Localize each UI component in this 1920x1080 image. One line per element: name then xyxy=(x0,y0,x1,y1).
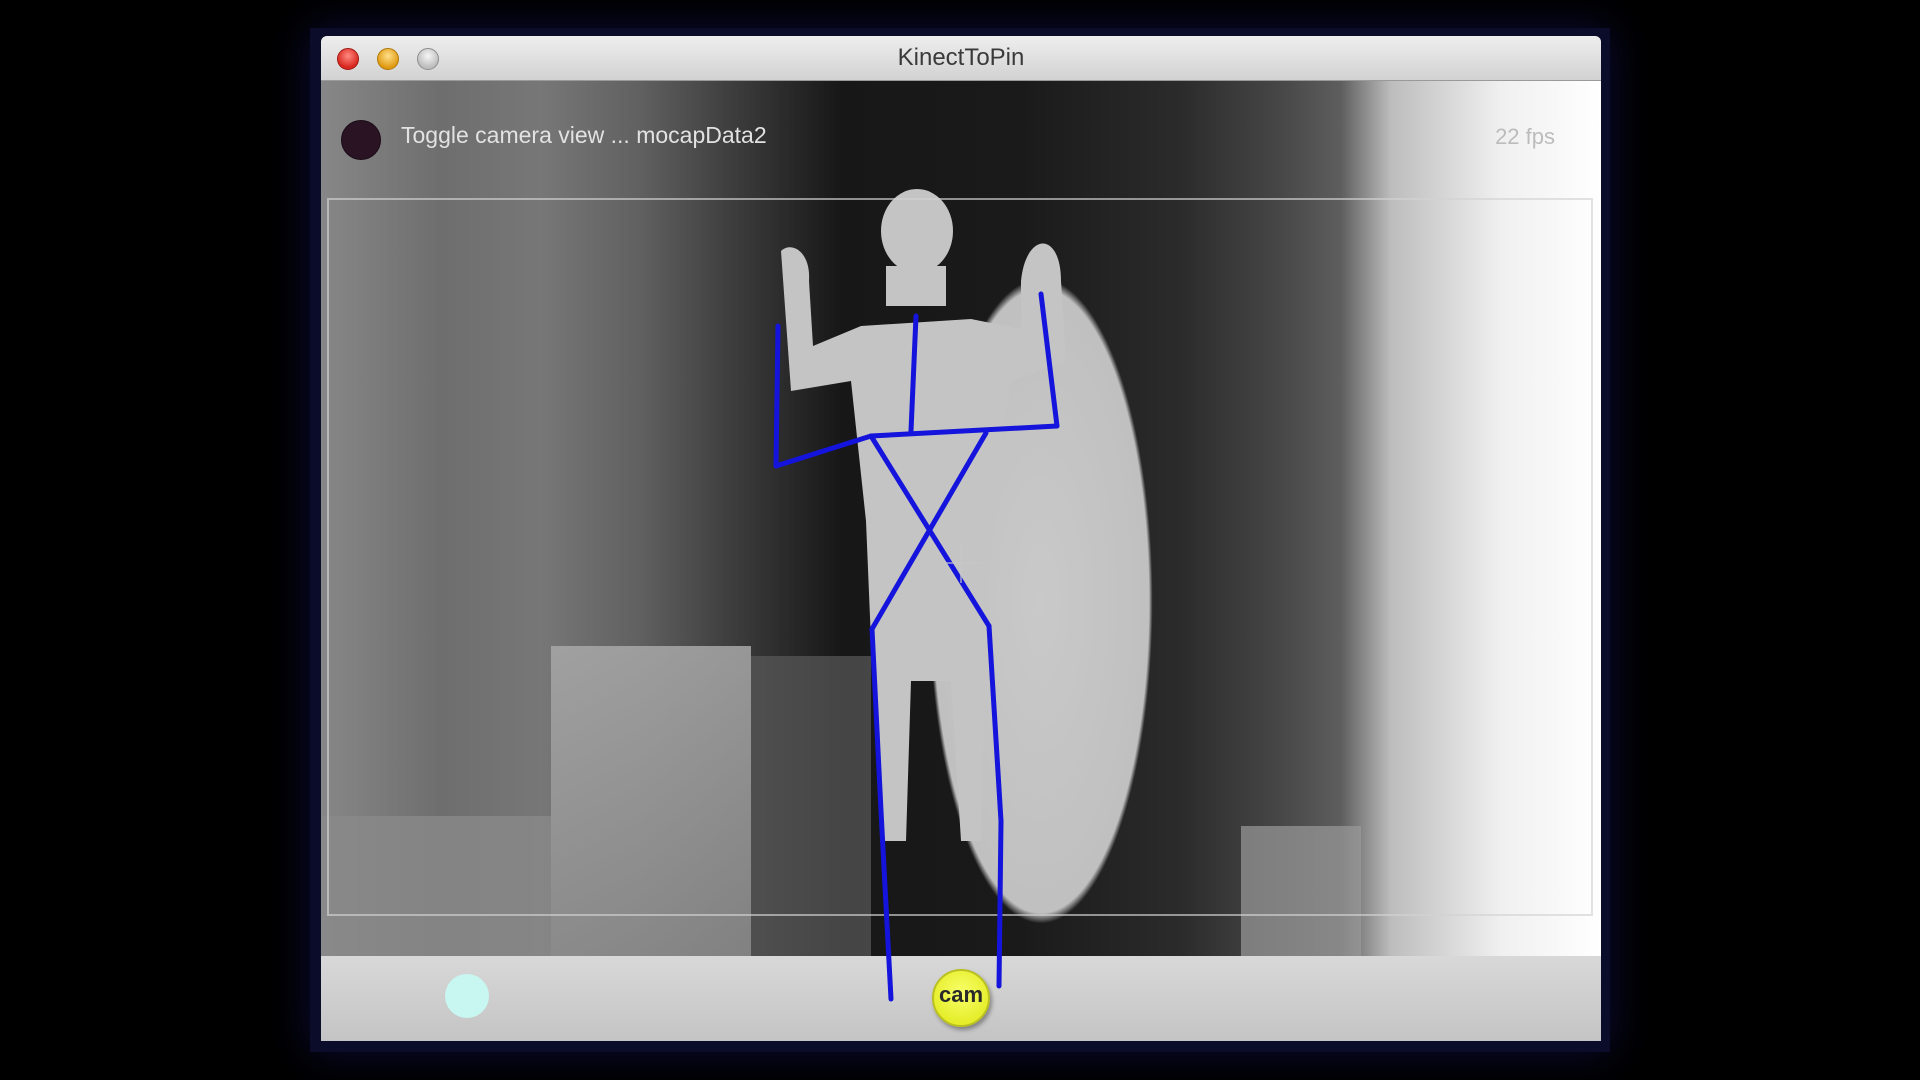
skeleton-right-leg-upper xyxy=(986,623,1004,824)
skeleton-right-leg-lower xyxy=(996,818,1004,989)
window-title: KinectToPin xyxy=(897,44,1025,71)
skeleton-left-forearm xyxy=(773,323,781,469)
skeleton-left-upper-arm xyxy=(773,433,874,469)
camera-overlay-bar: Toggle camera view ... mocapData2 22 fps xyxy=(321,118,1601,160)
center-crosshair xyxy=(960,543,962,583)
skeleton-shoulders xyxy=(868,423,1060,439)
cyan-circle-button[interactable] xyxy=(445,974,489,1018)
app-window: KinectToPin Toggle camera view ... mocap… xyxy=(321,36,1601,1041)
toggle-camera-view-label[interactable]: Toggle camera view ... mocapData2 xyxy=(401,122,767,149)
cam-button[interactable]: cam xyxy=(932,969,990,1027)
skeleton-left-leg-lower xyxy=(878,808,894,1002)
skeleton-left-leg-upper xyxy=(869,626,884,814)
fps-readout: 22 fps xyxy=(1495,124,1555,149)
skeleton-neck xyxy=(908,313,919,434)
title-bar: KinectToPin xyxy=(321,36,1601,81)
record-indicator[interactable] xyxy=(341,120,381,160)
skeleton-right-forearm xyxy=(1038,291,1060,429)
